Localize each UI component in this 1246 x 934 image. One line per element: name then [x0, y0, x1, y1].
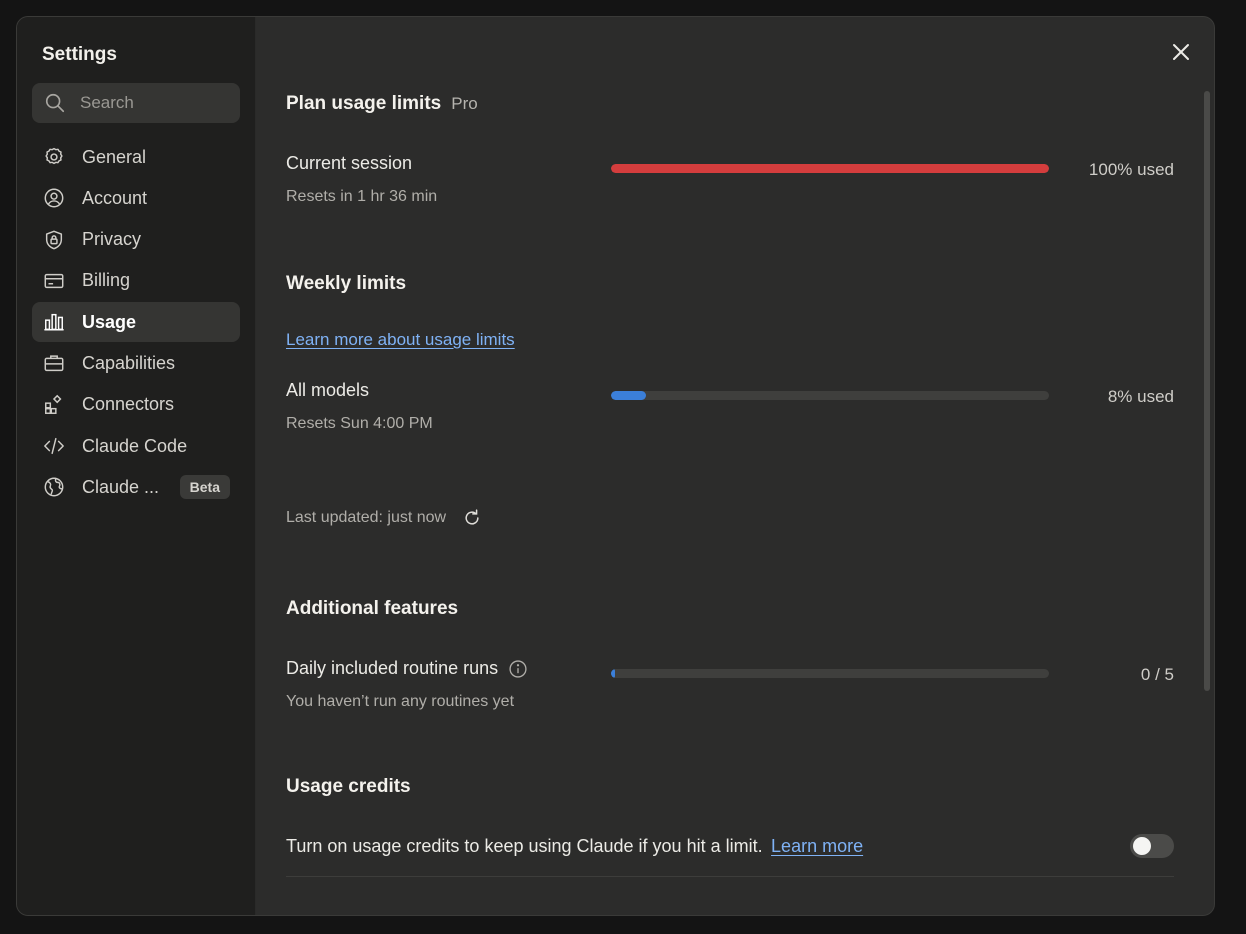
bar-chart-icon: [42, 310, 66, 334]
routine-runs-bar-fill: [611, 669, 615, 678]
usage-content: Plan usage limits Pro Current session Re…: [286, 93, 1174, 877]
plan-usage-title: Plan usage limits Pro: [286, 93, 1174, 117]
sidebar-item-usage[interactable]: Usage: [32, 302, 240, 343]
sidebar-item-label: Privacy: [82, 229, 142, 250]
plan-usage-heading: Plan usage limits: [286, 93, 442, 114]
search-icon: [45, 93, 65, 113]
sidebar-item-claude-browser[interactable]: Claude ... Beta: [32, 467, 240, 507]
last-updated-text: Last updated: just now: [286, 509, 447, 526]
sidebar-item-account[interactable]: Account: [32, 178, 240, 218]
user-circle-icon: [42, 186, 66, 210]
current-session-bar-fill: [611, 164, 1049, 173]
beta-badge: Beta: [179, 475, 230, 500]
sidebar-item-label: Connectors: [82, 394, 175, 415]
usage-credits-toggle[interactable]: [1130, 834, 1174, 858]
sidebar-item-label: Billing: [82, 270, 131, 291]
search-box[interactable]: [32, 83, 240, 123]
current-session-row: Current session Resets in 1 hr 36 min 10…: [286, 153, 1174, 223]
all-models-reset: Resets Sun 4:00 PM: [286, 415, 433, 432]
divider: [286, 876, 1174, 877]
settings-window: Settings General Account: [16, 16, 1215, 916]
all-models-row: All models Resets Sun 4:00 PM 8% used: [286, 380, 1174, 450]
sidebar-item-capabilities[interactable]: Capabilities: [32, 343, 240, 383]
usage-credits-title: Usage credits: [286, 776, 1174, 800]
routine-runs-count: 0 / 5: [1140, 665, 1174, 684]
close-button[interactable]: [1170, 41, 1192, 63]
sidebar-item-label: Claude ...: [82, 476, 160, 497]
learn-more-usage-link[interactable]: Learn more about usage limits: [286, 330, 515, 349]
weekly-limits-heading: Weekly limits: [286, 273, 407, 294]
sidebar-item-connectors[interactable]: Connectors: [32, 385, 240, 425]
current-session-bar: [611, 164, 1049, 173]
routine-runs-title: Daily included routine runs: [286, 658, 499, 678]
refresh-icon[interactable]: [462, 508, 482, 528]
additional-features-heading: Additional features: [286, 598, 459, 619]
last-updated: Last updated: just now: [286, 506, 1174, 530]
sidebar-item-label: Account: [82, 187, 148, 208]
all-models-bar-fill: [611, 391, 647, 400]
scrollbar-thumb[interactable]: [1204, 91, 1210, 691]
sidebar-item-label: Capabilities: [82, 352, 176, 373]
info-icon[interactable]: [508, 659, 528, 679]
usage-credits-learn-more-link[interactable]: Learn more: [771, 836, 863, 856]
plan-tag: Pro: [451, 94, 478, 113]
sidebar-item-privacy[interactable]: Privacy: [32, 220, 240, 260]
sidebar-item-claude-code[interactable]: Claude Code: [32, 426, 240, 466]
sidebar-item-label: General: [82, 146, 147, 167]
sidebar-item-billing[interactable]: Billing: [32, 261, 240, 301]
routine-runs-subtitle: You haven’t run any routines yet: [286, 693, 515, 710]
weekly-limits-title: Weekly limits: [286, 273, 1174, 297]
globe-icon: [42, 475, 66, 499]
current-session-reset: Resets in 1 hr 36 min: [286, 188, 438, 205]
briefcase-icon: [42, 351, 66, 375]
connectors-icon: [42, 393, 66, 417]
additional-features-title: Additional features: [286, 598, 1174, 622]
usage-credits-description: Turn on usage credits to keep using Clau…: [286, 836, 763, 856]
gear-icon: [42, 145, 66, 169]
routine-runs-row: Daily included routine runs You haven’t …: [286, 658, 1174, 728]
sidebar-item-general[interactable]: General: [32, 137, 240, 177]
usage-credits-heading: Usage credits: [286, 776, 411, 797]
sidebar-title: Settings: [42, 44, 117, 65]
code-icon: [42, 434, 66, 458]
sidebar: Settings General Account: [17, 17, 256, 915]
learn-more-usage-wrapper: Learn more about usage limits: [286, 330, 1174, 352]
search-input[interactable]: [80, 93, 220, 113]
sidebar-item-label: Usage: [82, 311, 137, 332]
all-models-percent: 8% used: [1107, 387, 1174, 406]
usage-credits-row: Turn on usage credits to keep using Clau…: [286, 834, 1174, 876]
sidebar-item-label: Claude Code: [82, 435, 188, 456]
sidebar-nav: General Account Privacy Billing Usage Ca…: [32, 137, 240, 507]
close-icon: [1173, 44, 1189, 60]
current-session-percent: 100% used: [1088, 160, 1174, 179]
toggle-knob: [1133, 837, 1151, 855]
main-panel: Plan usage limits Pro Current session Re…: [256, 17, 1214, 915]
all-models-bar: [611, 391, 1049, 400]
shield-lock-icon: [42, 228, 66, 252]
credit-card-icon: [42, 269, 66, 293]
routine-runs-bar: [611, 669, 1049, 678]
